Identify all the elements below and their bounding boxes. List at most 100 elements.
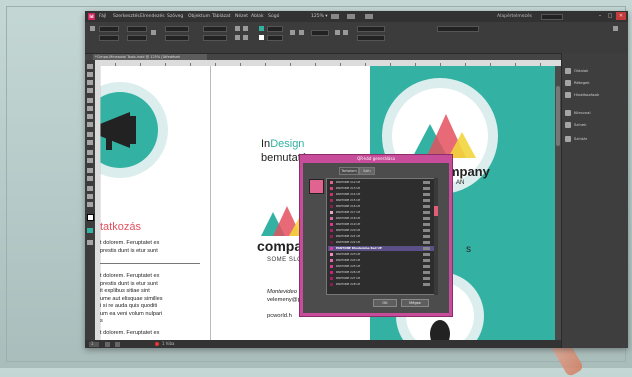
cancel-button[interactable]: Mégse <box>401 299 429 307</box>
fill-color-icon[interactable] <box>87 214 94 221</box>
preflight-status[interactable]: 1 hiba <box>162 340 174 348</box>
style-dropdown[interactable] <box>437 26 479 32</box>
menu-file[interactable]: Fájl <box>99 11 106 22</box>
panel-swatches[interactable]: Színtár <box>562 133 628 145</box>
scale-x-field[interactable] <box>165 26 189 32</box>
type-tool-icon[interactable] <box>87 98 93 103</box>
swatch-row[interactable]: PANTONE 227 UP <box>328 276 434 281</box>
screen-mode-tool-icon[interactable] <box>87 240 93 245</box>
prev-page-icon[interactable] <box>105 341 110 347</box>
swatch-row-selected[interactable]: PANTONE Rhodamine Red UP <box>328 246 434 251</box>
swatch-list[interactable]: PANTONE 212 UP PANTONE 213 UP PANTONE 21… <box>326 178 436 295</box>
panel-stroke[interactable]: Körvonal <box>562 107 628 119</box>
y-field[interactable] <box>99 35 119 41</box>
swatch-row[interactable]: PANTONE 221 UP <box>328 234 434 239</box>
tab-content[interactable]: Tartalom <box>339 167 359 175</box>
menu-layout[interactable]: Elrendezés <box>140 11 165 22</box>
menu-table[interactable]: Táblázat <box>212 11 231 22</box>
scissors-tool-icon[interactable] <box>87 150 93 155</box>
swatch-row[interactable]: PANTONE 218 UP <box>328 216 434 221</box>
hand-tool-icon[interactable] <box>87 194 93 199</box>
stroke-weight-field[interactable] <box>267 35 283 41</box>
preflight-error-icon[interactable] <box>155 342 159 346</box>
rectangle-frame-tool-icon[interactable] <box>87 132 93 137</box>
gap-tool-icon[interactable] <box>87 88 93 93</box>
menu-view[interactable]: Nézet <box>235 11 248 22</box>
menu-type[interactable]: Szöveg <box>167 11 183 22</box>
swatch-list-scrollbar[interactable] <box>434 178 438 295</box>
direct-selection-tool-icon[interactable] <box>87 72 93 77</box>
x-field[interactable] <box>99 26 119 32</box>
swatch-row[interactable]: PANTONE 217 UP <box>328 210 434 215</box>
fill-swatch-icon[interactable] <box>259 26 264 31</box>
next-page-icon[interactable] <box>115 341 120 347</box>
swatch-row[interactable]: PANTONE 212 UP <box>328 180 434 185</box>
zoom-dropdown[interactable]: 125% ▾ <box>311 11 328 22</box>
select-content-icon[interactable] <box>243 35 248 40</box>
width-field[interactable] <box>127 26 147 32</box>
selection-tool-icon[interactable] <box>87 64 93 69</box>
maximize-button[interactable]: □ <box>605 12 615 20</box>
swatch-row[interactable]: PANTONE 222 UP <box>328 240 434 245</box>
constrain-proportions-icon[interactable] <box>151 30 156 35</box>
align-icon[interactable] <box>343 30 348 35</box>
screen-mode-icon[interactable] <box>347 14 355 19</box>
shear-field[interactable] <box>203 35 227 41</box>
text-wrap-icon[interactable] <box>335 30 340 35</box>
menu-window[interactable]: Ablak <box>251 11 264 22</box>
tab-color[interactable]: Szín <box>359 167 375 175</box>
swatch-row[interactable]: PANTONE 214 UP <box>328 192 434 197</box>
rectangle-tool-icon[interactable] <box>87 140 93 145</box>
arrange-documents-icon[interactable] <box>365 14 373 19</box>
minimize-button[interactable]: – <box>595 12 605 20</box>
line-tool-icon[interactable] <box>87 106 93 111</box>
free-transform-tool-icon[interactable] <box>87 158 93 163</box>
menu-object[interactable]: Objektum <box>188 11 210 22</box>
page-tool-icon[interactable] <box>87 80 93 85</box>
pencil-tool-icon[interactable] <box>87 122 93 127</box>
swatch-row[interactable]: PANTONE 220 UP <box>328 228 434 233</box>
swatch-row[interactable]: PANTONE 213 UP <box>328 186 434 191</box>
swatch-row[interactable]: PANTONE 226 UP <box>328 270 434 275</box>
reference-point-icon[interactable] <box>90 26 95 31</box>
panel-pages[interactable]: Oldalak <box>562 65 628 77</box>
panel-links[interactable]: Hivatkozások <box>562 89 628 101</box>
ok-button[interactable]: OK <box>373 299 397 307</box>
menu-help[interactable]: Súgó <box>268 11 279 22</box>
panel-layers[interactable]: Rétegek <box>562 77 628 89</box>
note-tool-icon[interactable] <box>87 176 93 181</box>
workspace-switcher[interactable]: Alapértelmezés <box>497 11 532 22</box>
stroke-swatch-icon[interactable] <box>259 35 264 40</box>
stroke-color-icon[interactable] <box>87 228 93 233</box>
height-field[interactable] <box>127 35 147 41</box>
close-button[interactable]: ✕ <box>616 12 626 20</box>
object-style-field[interactable] <box>357 35 385 41</box>
select-container-icon[interactable] <box>235 35 240 40</box>
swatch-row[interactable]: PANTONE 225 UP <box>328 264 434 269</box>
swatch-row[interactable]: PANTONE 223 UP <box>328 252 434 257</box>
fill-dropdown[interactable] <box>267 26 283 32</box>
search-field[interactable] <box>541 14 563 20</box>
gradient-tool-icon[interactable] <box>87 168 93 173</box>
swatch-row[interactable]: PANTONE 228 UP <box>328 282 434 287</box>
flip-icon[interactable] <box>243 26 248 31</box>
drop-shadow-icon[interactable] <box>299 30 304 35</box>
zoom-tool-icon[interactable] <box>87 202 93 207</box>
rotation-field[interactable] <box>203 26 227 32</box>
panel-menu-icon[interactable] <box>613 26 618 31</box>
scale-y-field[interactable] <box>165 35 189 41</box>
panel-color[interactable]: Színek <box>562 119 628 131</box>
opacity-field[interactable] <box>311 30 329 36</box>
eyedropper-tool-icon[interactable] <box>87 186 93 191</box>
corner-options-field[interactable] <box>357 26 385 32</box>
swatch-row[interactable]: PANTONE 219 UP <box>328 222 434 227</box>
page-left[interactable]: tatkozás t dolorem. Feruptatet ex presti… <box>100 66 210 340</box>
swatch-row[interactable]: PANTONE 216 UP <box>328 204 434 209</box>
swatch-row[interactable]: PANTONE 215 UP <box>328 198 434 203</box>
menu-edit[interactable]: Szerkesztés <box>113 11 140 22</box>
effects-icon[interactable] <box>290 30 295 35</box>
swatch-row[interactable]: PANTONE 224 UP <box>328 258 434 263</box>
pen-tool-icon[interactable] <box>87 114 93 119</box>
view-options-icon[interactable] <box>331 14 339 19</box>
rotate-icon[interactable] <box>235 26 240 31</box>
